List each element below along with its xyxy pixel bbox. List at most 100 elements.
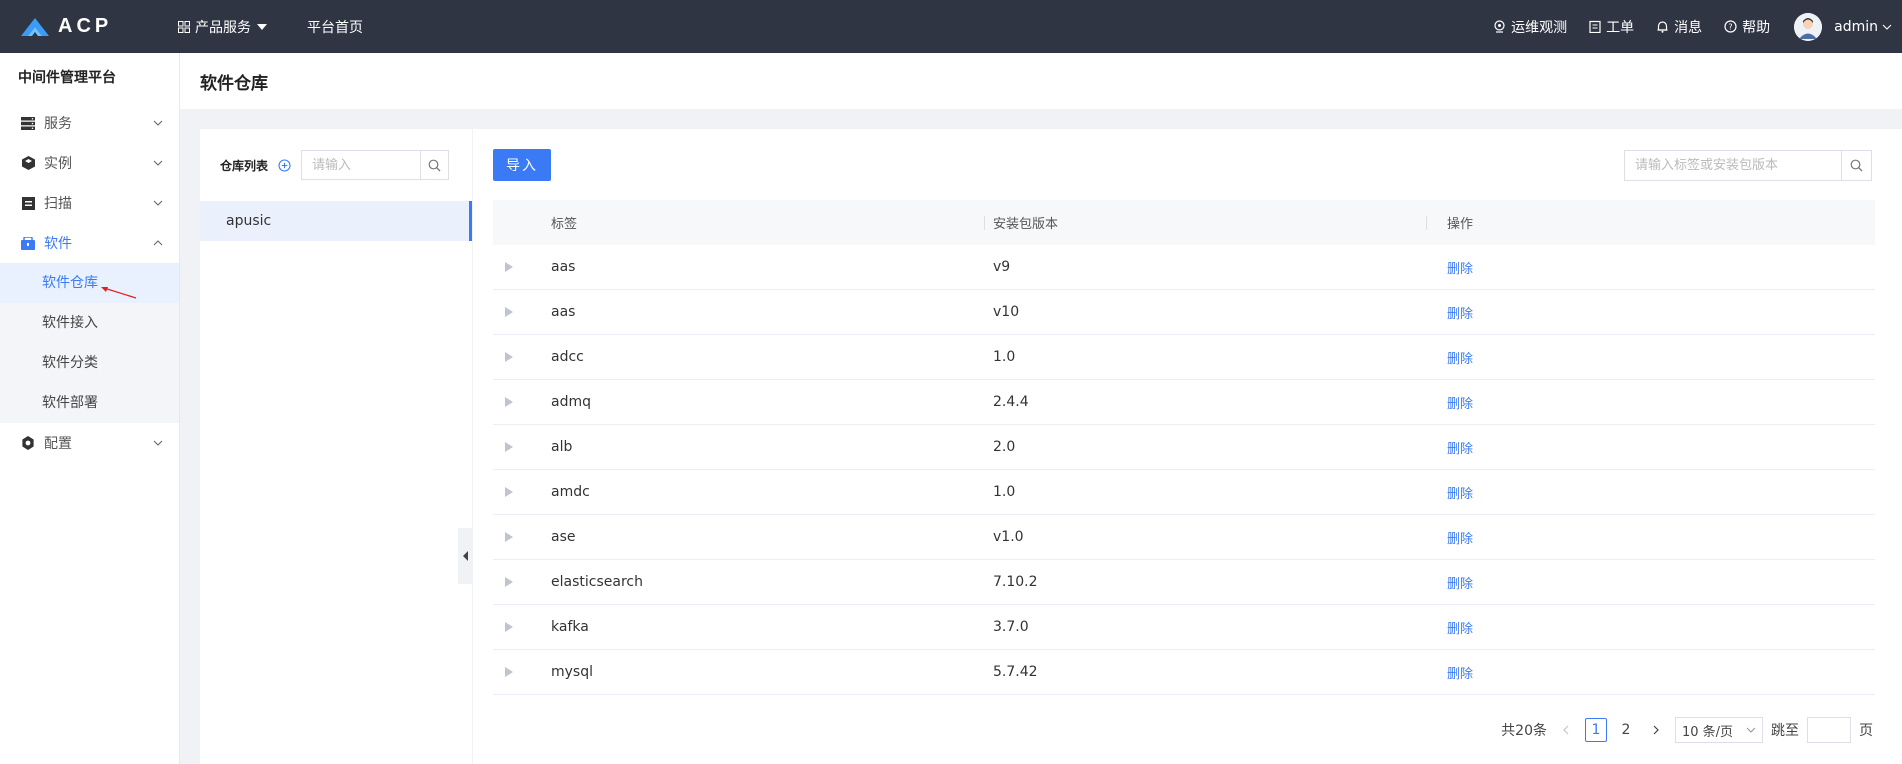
- ops-observe-link[interactable]: 运维观测: [1493, 17, 1567, 37]
- chevron-up-icon: [153, 240, 163, 246]
- delete-link[interactable]: 删除: [1447, 352, 1473, 367]
- delete-link[interactable]: 删除: [1447, 487, 1473, 502]
- delete-link[interactable]: 删除: [1447, 262, 1473, 277]
- platform-title: 中间件管理平台: [18, 70, 116, 86]
- expand-row-icon[interactable]: [505, 487, 513, 497]
- repo-list-panel: 仓库列表 apusic: [200, 129, 472, 764]
- avatar[interactable]: [1794, 12, 1823, 41]
- add-circle-icon[interactable]: [278, 158, 291, 172]
- expand-row-icon[interactable]: [505, 307, 513, 317]
- import-button[interactable]: 导入: [493, 149, 551, 181]
- sidebar-item-software-access[interactable]: 软件接入: [0, 303, 179, 343]
- sidebar-item-software[interactable]: 软件: [0, 223, 179, 263]
- cell-tag: kafka: [551, 619, 589, 635]
- delete-link[interactable]: 删除: [1447, 532, 1473, 547]
- acp-logo-icon: [21, 17, 49, 36]
- page-size-value: 10 条/页: [1682, 724, 1734, 740]
- jump-to-label: 跳至: [1771, 723, 1799, 739]
- sidebar-item-software-repo[interactable]: 软件仓库: [0, 263, 179, 303]
- tag-version-search: [1624, 150, 1872, 181]
- chevron-left-icon: [1563, 725, 1569, 735]
- repo-search-input[interactable]: [302, 151, 421, 179]
- expand-row-icon[interactable]: [505, 352, 513, 362]
- cube-icon: [20, 155, 36, 171]
- delete-link[interactable]: 删除: [1447, 442, 1473, 457]
- page-number-1[interactable]: 1: [1585, 718, 1607, 742]
- software-submenu: 软件仓库 软件接入 软件分类 软件部署: [0, 263, 179, 423]
- user-avatar-icon: [1794, 12, 1823, 41]
- sidebar-item-label: 扫描: [44, 196, 72, 212]
- next-page-button[interactable]: [1645, 718, 1667, 742]
- column-header-tag: 标签: [551, 217, 578, 232]
- sidebar-subitem-label: 软件部署: [42, 395, 98, 411]
- tag-version-search-input[interactable]: [1625, 151, 1842, 180]
- expand-row-icon[interactable]: [505, 577, 513, 587]
- sidebar-item-label: 软件: [44, 236, 72, 252]
- repo-search-button[interactable]: [420, 151, 448, 179]
- caret-down-icon: [257, 23, 267, 30]
- sidebar-item-label: 服务: [44, 116, 72, 132]
- sidebar-item-scan[interactable]: 扫描: [0, 183, 179, 223]
- cell-tag: aas: [551, 259, 576, 275]
- messages-link[interactable]: 消息: [1656, 17, 1702, 37]
- top-navbar: ACP 产品服务 平台首页 运维观测 工单 消息 ? 帮助 admin: [0, 0, 1902, 53]
- chevron-down-icon: [1882, 24, 1892, 30]
- sidebar-item-software-deploy[interactable]: 软件部署: [0, 383, 179, 423]
- column-divider[interactable]: [1426, 216, 1427, 230]
- table-row: alb 2.0 删除: [493, 425, 1875, 470]
- page-size-select[interactable]: 10 条/页: [1675, 717, 1763, 743]
- tag-version-search-button[interactable]: [1841, 151, 1871, 180]
- grid-icon: [178, 20, 190, 33]
- cell-version: 1.0: [993, 484, 1016, 500]
- sidebar-item-config[interactable]: 配置: [0, 423, 179, 463]
- ticket-link[interactable]: 工单: [1589, 17, 1634, 37]
- delete-link[interactable]: 删除: [1447, 622, 1473, 637]
- chevron-right-icon: [1653, 725, 1659, 735]
- column-divider[interactable]: [984, 216, 985, 230]
- collapse-panel-toggle[interactable]: [458, 528, 472, 584]
- chevron-down-icon: [153, 160, 163, 166]
- prev-page-button[interactable]: [1555, 718, 1577, 742]
- sidebar-item-instances[interactable]: 实例: [0, 143, 179, 183]
- nav-platform-home[interactable]: 平台首页: [307, 17, 363, 37]
- delete-link[interactable]: 删除: [1447, 307, 1473, 322]
- repo-item-apusic[interactable]: apusic: [200, 201, 472, 241]
- caret-left-icon: [462, 551, 468, 561]
- table-header: 标签 安装包版本 操作: [493, 200, 1875, 245]
- table-row: aas v10 删除: [493, 290, 1875, 335]
- expand-row-icon[interactable]: [505, 442, 513, 452]
- table-row: mysql 5.7.42 删除: [493, 650, 1875, 695]
- clipboard-icon: [1589, 20, 1601, 33]
- logo[interactable]: ACP: [20, 15, 158, 38]
- chevron-down-icon: [1746, 727, 1756, 733]
- expand-row-icon[interactable]: [505, 532, 513, 542]
- expand-row-icon[interactable]: [505, 397, 513, 407]
- delete-link[interactable]: 删除: [1447, 397, 1473, 412]
- jump-page-input[interactable]: [1807, 717, 1851, 743]
- delete-link[interactable]: 删除: [1447, 577, 1473, 592]
- expand-row-icon[interactable]: [505, 667, 513, 677]
- expand-row-icon[interactable]: [505, 262, 513, 272]
- help-link[interactable]: ? 帮助: [1724, 17, 1770, 37]
- cell-version: 7.10.2: [993, 574, 1038, 590]
- help-label: 帮助: [1742, 19, 1771, 36]
- cell-version: v10: [993, 304, 1020, 320]
- repo-search: [301, 150, 450, 180]
- page-number-2[interactable]: 2: [1615, 718, 1637, 742]
- user-menu[interactable]: admin: [1834, 19, 1892, 35]
- sidebar-item-software-category[interactable]: 软件分类: [0, 343, 179, 383]
- expand-row-icon[interactable]: [505, 622, 513, 632]
- nav-product-services[interactable]: 产品服务: [178, 17, 267, 37]
- search-icon: [428, 159, 441, 171]
- cell-version: 2.4.4: [993, 394, 1029, 410]
- table-row: ase v1.0 删除: [493, 515, 1875, 560]
- cell-tag: adcc: [551, 349, 584, 365]
- sidebar-subitem-label: 软件分类: [42, 355, 98, 371]
- table-row: amdc 1.0 删除: [493, 470, 1875, 515]
- sidebar-item-services[interactable]: 服务: [0, 103, 179, 143]
- cell-tag: elasticsearch: [551, 574, 643, 590]
- table-row: aas v9 删除: [493, 245, 1875, 290]
- page-title: 软件仓库: [180, 53, 1902, 109]
- delete-link[interactable]: 删除: [1447, 667, 1473, 682]
- chevron-down-icon: [153, 200, 163, 206]
